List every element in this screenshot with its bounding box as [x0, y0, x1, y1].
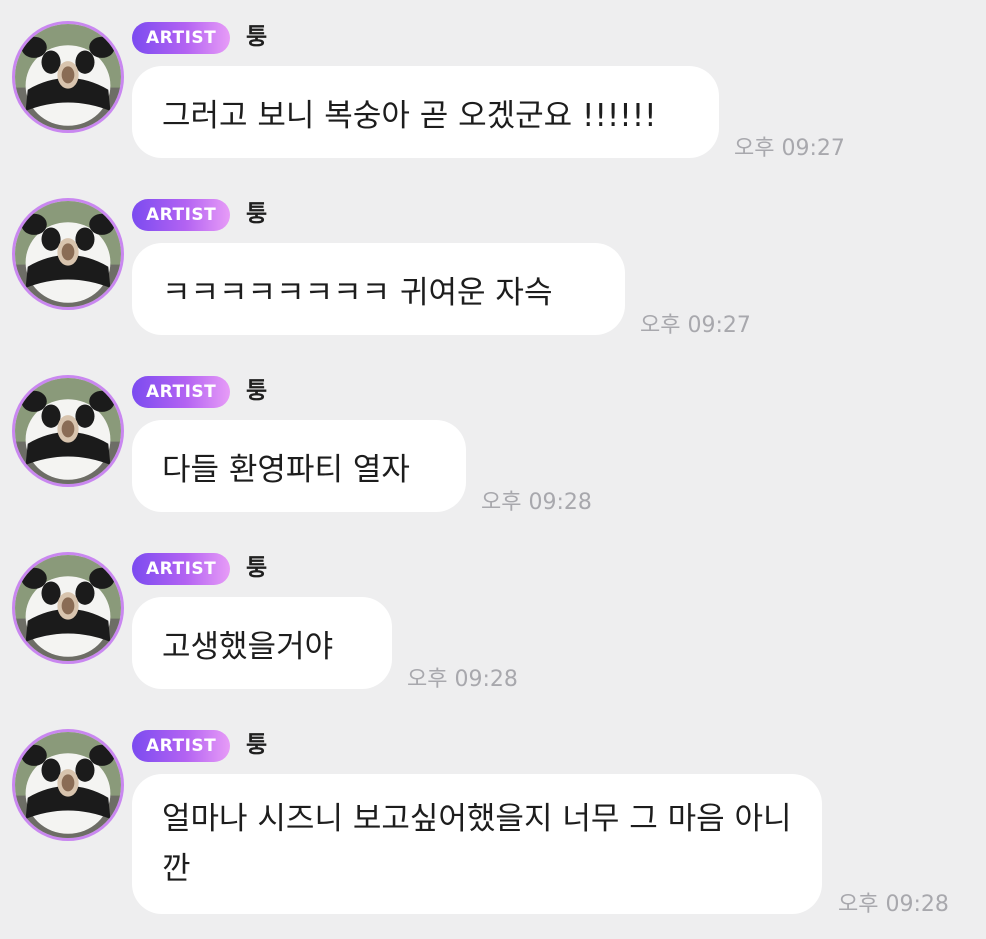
panda-avatar-icon[interactable] — [12, 552, 124, 664]
artist-badge: ARTIST — [132, 376, 231, 408]
artist-badge: ARTIST — [132, 730, 231, 762]
message-timestamp: 오후 09:28 — [481, 490, 592, 515]
artist-badge: ARTIST — [132, 199, 231, 231]
panda-avatar-icon[interactable] — [12, 729, 124, 841]
message-bubble[interactable]: ㅋㅋㅋㅋㅋㅋㅋㅋ 귀여운 자슥 — [132, 243, 625, 335]
message-bubble[interactable]: 그러고 보니 복숭아 곧 오겠군요 !!!!!! — [132, 66, 719, 158]
sender-name: 퉁 — [246, 378, 268, 404]
message-timestamp: 오후 09:28 — [407, 667, 518, 692]
sender-name: 퉁 — [246, 555, 268, 581]
message-timestamp: 오후 09:27 — [640, 313, 751, 338]
chat-message: ARTIST 퉁 고생했을거야 오후 09:28 — [0, 531, 986, 708]
artist-badge: ARTIST — [132, 553, 231, 585]
message-timestamp: 오후 09:27 — [734, 136, 845, 161]
sender-name: 퉁 — [246, 201, 268, 227]
message-timestamp: 오후 09:28 — [838, 892, 949, 917]
panda-avatar-icon[interactable] — [12, 21, 124, 133]
chat-message: ARTIST 퉁 얼마나 시즈니 보고싶어했을지 너무 그 마음 아니깐 오후 … — [0, 708, 986, 939]
panda-avatar-icon[interactable] — [12, 198, 124, 310]
panda-avatar-icon[interactable] — [12, 375, 124, 487]
artist-badge: ARTIST — [132, 22, 231, 54]
chat-message-list[interactable]: ARTIST 퉁 그러고 보니 복숭아 곧 오겠군요 !!!!!! 오후 09:… — [0, 0, 986, 939]
sender-name: 퉁 — [246, 732, 268, 758]
message-bubble[interactable]: 얼마나 시즈니 보고싶어했을지 너무 그 마음 아니깐 — [132, 774, 822, 914]
message-bubble[interactable]: 다들 환영파티 열자 — [132, 420, 466, 512]
sender-name: 퉁 — [246, 24, 268, 50]
chat-message: ARTIST 퉁 ㅋㅋㅋㅋㅋㅋㅋㅋ 귀여운 자슥 오후 09:27 — [0, 177, 986, 354]
chat-message: ARTIST 퉁 다들 환영파티 열자 오후 09:28 — [0, 354, 986, 531]
chat-message: ARTIST 퉁 그러고 보니 복숭아 곧 오겠군요 !!!!!! 오후 09:… — [0, 0, 986, 177]
message-bubble[interactable]: 고생했을거야 — [132, 597, 392, 689]
